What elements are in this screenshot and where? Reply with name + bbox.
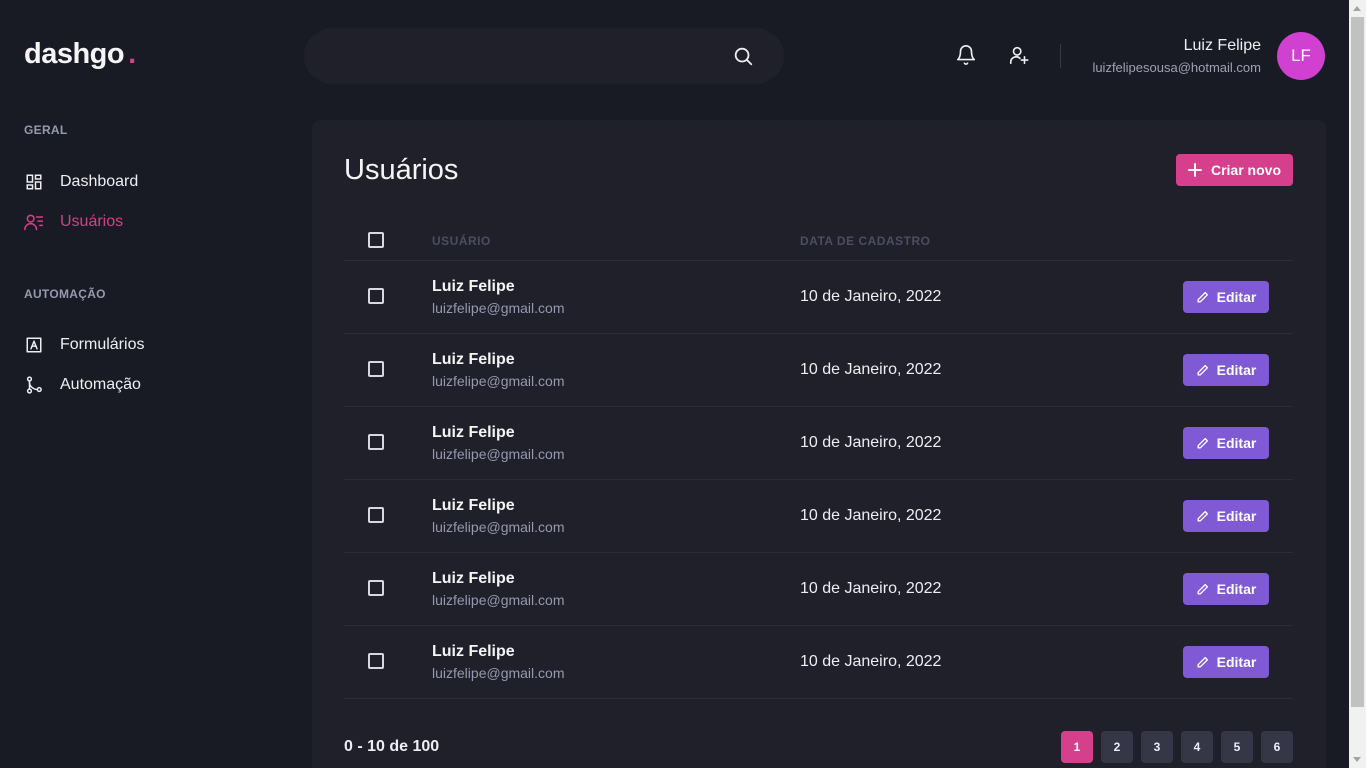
dashboard-icon — [24, 172, 44, 192]
edit-label: Editar — [1216, 289, 1257, 305]
search-input[interactable] — [328, 28, 728, 84]
user-email-cell: luizfelipe@gmail.com — [432, 300, 565, 316]
user-email-cell: luizfelipe@gmail.com — [432, 519, 565, 535]
user-name-cell: Luiz Felipe — [432, 643, 515, 660]
page-button-4[interactable]: 4 — [1181, 731, 1213, 763]
edit-button[interactable]: Editar — [1183, 500, 1269, 532]
pagination-summary: 0 - 10 de 100 — [344, 738, 440, 755]
scroll-up-arrow-icon[interactable] — [1353, 6, 1361, 11]
scrollbar-thumb[interactable] — [1351, 17, 1364, 707]
select-all-checkbox[interactable] — [368, 232, 384, 248]
table-row: Luiz Felipe luizfelipe@gmail.com 10 de J… — [344, 553, 1293, 626]
pencil-icon — [1197, 510, 1208, 522]
table-header: USUÁRIO DATA DE CADASTRO — [344, 220, 1293, 261]
sidebar-item-label: Automação — [60, 376, 141, 393]
page-button-5[interactable]: 5 — [1221, 731, 1253, 763]
row-checkbox[interactable] — [368, 361, 384, 377]
pencil-icon — [1197, 656, 1208, 668]
column-header-user: USUÁRIO — [432, 234, 491, 248]
create-new-label: Criar novo — [1210, 162, 1281, 178]
create-new-button[interactable]: Criar novo — [1176, 154, 1293, 186]
logo-dot: . — [128, 38, 136, 70]
table-row: Luiz Felipe luizfelipe@gmail.com 10 de J… — [344, 626, 1293, 699]
user-name-cell: Luiz Felipe — [432, 570, 515, 587]
user-name-cell: Luiz Felipe — [432, 497, 515, 514]
search-icon[interactable] — [732, 45, 754, 72]
sidebar-item-label: Usuários — [60, 213, 124, 230]
search-bar — [304, 28, 784, 84]
row-checkbox[interactable] — [368, 507, 384, 523]
edit-button[interactable]: Editar — [1183, 281, 1269, 313]
user-email: luizfelipesousa@hotmail.com — [1092, 60, 1261, 75]
user-name-cell: Luiz Felipe — [432, 424, 515, 441]
column-header-date: DATA DE CADASTRO — [800, 234, 931, 248]
edit-label: Editar — [1216, 362, 1257, 378]
user-email-cell: luizfelipe@gmail.com — [432, 592, 565, 608]
pencil-icon — [1197, 583, 1208, 595]
users-icon — [24, 212, 44, 232]
add-user-icon[interactable] — [1008, 44, 1030, 71]
table-row: Luiz Felipe luizfelipe@gmail.com 10 de J… — [344, 334, 1293, 407]
sidebar-item-label: Formulários — [60, 336, 145, 353]
page-button-2[interactable]: 2 — [1101, 731, 1133, 763]
edit-label: Editar — [1216, 654, 1257, 670]
sidebar-section-title-automacao: AUTOMAÇÃO — [24, 287, 106, 301]
edit-button[interactable]: Editar — [1183, 354, 1269, 386]
page-title: Usuários — [344, 154, 459, 186]
date-cell: 10 de Janeiro, 2022 — [800, 507, 942, 524]
date-cell: 10 de Janeiro, 2022 — [800, 361, 942, 378]
user-email-cell: luizfelipe@gmail.com — [432, 373, 565, 389]
page-button-1[interactable]: 1 — [1061, 731, 1093, 763]
user-name: Luiz Felipe — [1183, 37, 1261, 54]
user-email-cell: luizfelipe@gmail.com — [432, 665, 565, 681]
notification-bell-icon[interactable] — [955, 44, 977, 71]
edit-label: Editar — [1216, 435, 1257, 451]
table-row: Luiz Felipe luizfelipe@gmail.com 10 de J… — [344, 261, 1293, 334]
row-checkbox[interactable] — [368, 434, 384, 450]
plus-icon — [1187, 163, 1202, 177]
user-name-cell: Luiz Felipe — [432, 351, 515, 368]
git-merge-icon — [24, 375, 44, 395]
sidebar-section-title-geral: GERAL — [24, 123, 68, 137]
header-divider — [1060, 44, 1061, 68]
table-row: Luiz Felipe luizfelipe@gmail.com 10 de J… — [344, 480, 1293, 553]
page-button-6[interactable]: 6 — [1261, 731, 1293, 763]
sidebar-item-dashboard[interactable]: Dashboard — [24, 172, 138, 192]
row-checkbox[interactable] — [368, 288, 384, 304]
date-cell: 10 de Janeiro, 2022 — [800, 580, 942, 597]
form-icon — [24, 335, 44, 355]
logo[interactable]: dashgo. — [24, 38, 136, 71]
pencil-icon — [1197, 364, 1208, 376]
sidebar-item-formularios[interactable]: Formulários — [24, 335, 144, 355]
users-card: Usuários Criar novo USUÁRIO DATA DE CADA… — [312, 120, 1326, 768]
user-email-cell: luizfelipe@gmail.com — [432, 446, 565, 462]
pencil-icon — [1197, 437, 1208, 449]
date-cell: 10 de Janeiro, 2022 — [800, 434, 942, 451]
scroll-down-arrow-icon[interactable] — [1353, 757, 1361, 762]
avatar[interactable]: LF — [1277, 32, 1325, 80]
date-cell: 10 de Janeiro, 2022 — [800, 653, 942, 670]
sidebar-item-label: Dashboard — [60, 173, 139, 190]
edit-label: Editar — [1216, 581, 1257, 597]
sidebar-item-usuarios[interactable]: Usuários — [24, 212, 123, 232]
row-checkbox[interactable] — [368, 653, 384, 669]
logo-text: dashgo — [24, 38, 125, 70]
page-scrollbar[interactable] — [1349, 0, 1366, 768]
table-row: Luiz Felipe luizfelipe@gmail.com 10 de J… — [344, 407, 1293, 480]
user-name-cell: Luiz Felipe — [432, 278, 515, 295]
page-button-3[interactable]: 3 — [1141, 731, 1173, 763]
edit-button[interactable]: Editar — [1183, 573, 1269, 605]
row-checkbox[interactable] — [368, 580, 384, 596]
pencil-icon — [1197, 291, 1208, 303]
edit-label: Editar — [1216, 508, 1257, 524]
edit-button[interactable]: Editar — [1183, 646, 1269, 678]
edit-button[interactable]: Editar — [1183, 427, 1269, 459]
sidebar-item-automacao[interactable]: Automação — [24, 375, 141, 395]
date-cell: 10 de Janeiro, 2022 — [800, 288, 942, 305]
